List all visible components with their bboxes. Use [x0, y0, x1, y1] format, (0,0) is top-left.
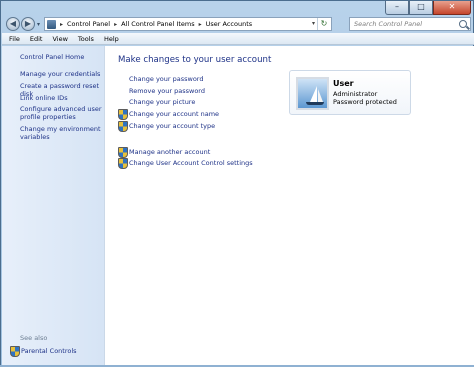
- environment-variables-link[interactable]: Change my environment variables: [20, 125, 104, 141]
- change-password-link[interactable]: Change your password: [129, 75, 204, 83]
- uac-shield-icon: [118, 147, 128, 158]
- uac-settings-link[interactable]: Change User Account Control settings: [118, 158, 253, 169]
- parental-controls-label: Parental Controls: [21, 346, 77, 355]
- uac-shield-icon: [10, 346, 20, 357]
- main-pane: Make changes to your user account Change…: [106, 46, 474, 366]
- close-button[interactable]: ✕: [433, 1, 471, 15]
- user-role: Administrator: [333, 90, 378, 98]
- sailboat-sail-icon: [310, 86, 317, 102]
- breadcrumb-user-accounts[interactable]: User Accounts: [206, 20, 253, 28]
- page-title: Make changes to your user account: [118, 55, 272, 65]
- refresh-icon[interactable]: ↻: [317, 18, 330, 30]
- menu-file[interactable]: File: [9, 33, 20, 44]
- uac-settings-label: Change User Account Control settings: [129, 158, 253, 167]
- see-also-label: See also: [20, 334, 48, 342]
- manage-credentials-link[interactable]: Manage your credentials: [20, 70, 104, 78]
- window-buttons: – □ ✕: [385, 1, 471, 15]
- manage-another-account-label: Manage another account: [129, 147, 211, 156]
- control-panel-home-link[interactable]: Control Panel Home: [20, 53, 84, 61]
- sailboat-hull-icon: [306, 102, 324, 105]
- change-account-name-link[interactable]: Change your account name: [118, 109, 220, 120]
- breadcrumb-all-items[interactable]: All Control Panel Items: [121, 20, 194, 28]
- uac-shield-icon: [118, 121, 128, 132]
- control-panel-icon: [47, 19, 56, 29]
- window: – □ ✕ ◀ ▶ ▾ ▸ Control Panel ▸ All Contro…: [0, 0, 474, 367]
- breadcrumb-separator[interactable]: ▸: [199, 21, 202, 28]
- user-password-status: Password protected: [333, 98, 397, 106]
- user-name: User: [333, 79, 354, 88]
- change-account-type-link[interactable]: Change your account type: [118, 121, 216, 132]
- search-input[interactable]: Search Control Panel: [349, 17, 471, 31]
- avatar[interactable]: [296, 77, 329, 110]
- menu-help[interactable]: Help: [104, 33, 119, 44]
- maximize-button[interactable]: □: [409, 1, 433, 15]
- change-picture-link[interactable]: Change your picture: [129, 98, 195, 106]
- navigation-bar: ◀ ▶ ▾ ▸ Control Panel ▸ All Control Pane…: [4, 16, 471, 33]
- menu-edit[interactable]: Edit: [30, 33, 43, 44]
- advanced-profile-properties-link[interactable]: Configure advanced user profile properti…: [20, 105, 104, 121]
- sailboat-jib-icon: [318, 89, 323, 102]
- search-icon[interactable]: [459, 20, 467, 28]
- menu-view[interactable]: View: [52, 33, 67, 44]
- manage-another-account-link[interactable]: Manage another account: [118, 147, 211, 158]
- address-dropdown-icon[interactable]: ▾: [312, 20, 315, 27]
- parental-controls-link[interactable]: Parental Controls: [10, 346, 77, 357]
- menu-bar: File Edit View Tools Help: [2, 33, 474, 45]
- remove-password-link[interactable]: Remove your password: [129, 87, 205, 95]
- uac-shield-icon: [118, 158, 128, 169]
- breadcrumb-separator[interactable]: ▸: [114, 21, 117, 28]
- user-account-card: User Administrator Password protected: [289, 70, 411, 115]
- link-online-ids-link[interactable]: Link online IDs: [20, 94, 104, 102]
- menu-tools[interactable]: Tools: [78, 33, 94, 44]
- change-account-name-label: Change your account name: [129, 109, 220, 118]
- left-pane: Control Panel Home Manage your credentia…: [2, 46, 105, 366]
- content-area: Control Panel Home Manage your credentia…: [2, 46, 474, 366]
- minimize-button[interactable]: –: [385, 1, 409, 15]
- title-bar[interactable]: – □ ✕: [1, 1, 473, 17]
- breadcrumb-control-panel[interactable]: Control Panel: [67, 20, 110, 28]
- address-bar[interactable]: ▸ Control Panel ▸ All Control Panel Item…: [44, 17, 332, 31]
- recent-pages-dropdown-icon[interactable]: ▾: [37, 21, 40, 28]
- change-account-type-label: Change your account type: [129, 121, 216, 130]
- forward-button[interactable]: ▶: [21, 17, 35, 31]
- breadcrumb-separator[interactable]: ▸: [60, 21, 63, 28]
- back-button[interactable]: ◀: [6, 17, 20, 31]
- uac-shield-icon: [118, 109, 128, 120]
